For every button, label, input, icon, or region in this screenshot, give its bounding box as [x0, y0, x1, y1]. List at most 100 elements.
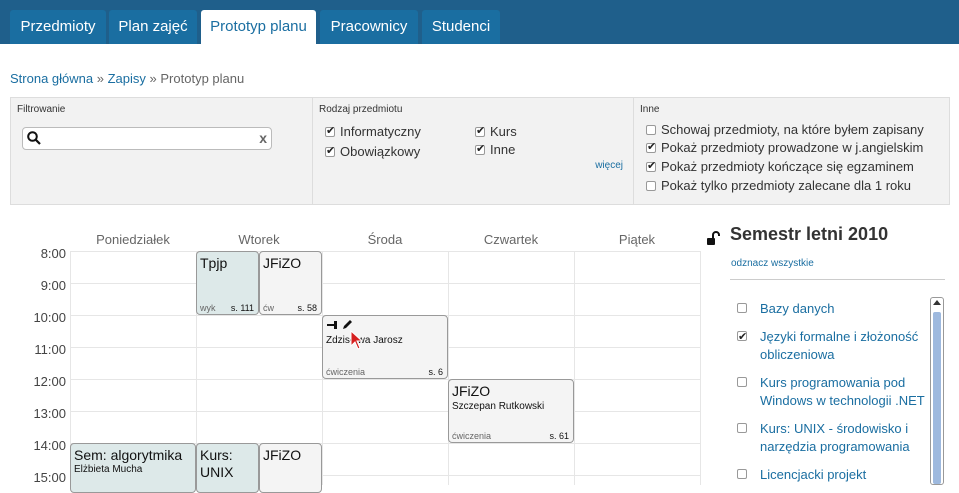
semester-title: Semestr letni 2010	[730, 224, 889, 244]
grid-line	[700, 251, 701, 485]
event-title: JFiZO	[263, 255, 302, 271]
event-block-wednesday[interactable]: Zdzisława Jarosz ćwiczenia s. 6	[322, 315, 448, 379]
checkbox-icon[interactable]	[325, 144, 335, 157]
subject-label[interactable]: Kurs programowania pod Windows w technol…	[760, 374, 927, 410]
tab-prototyp-planu[interactable]: Prototyp planu	[201, 10, 316, 44]
filter-type-section: Rodzaj przedmiotu Informatyczny Obowiązk…	[312, 98, 633, 204]
mouse-cursor-icon	[350, 330, 364, 350]
event-kind: ćwiczenia	[326, 367, 366, 377]
event-room: s. 6	[428, 367, 443, 377]
grid-line	[574, 251, 575, 485]
checkbox-icon[interactable]	[737, 469, 747, 479]
hour-label: 10:00	[33, 310, 66, 325]
checkbox-label: Schowaj przedmioty, na które byłem zapis…	[661, 122, 924, 137]
breadcrumb-enroll-link[interactable]: Zapisy	[108, 71, 146, 86]
breadcrumb: Strona główna » Zapisy » Prototyp planu	[10, 71, 244, 86]
subject-label[interactable]: Licencjacki projekt	[760, 466, 927, 484]
event-room: s. 58	[297, 303, 317, 313]
grid-line	[448, 251, 449, 485]
other-checkbox-hide-enrolled[interactable]: Schowaj przedmioty, na które byłem zapis…	[646, 122, 924, 137]
event-title: Tpjp	[200, 255, 228, 271]
unmark-all-link[interactable]: odznacz wszystkie	[731, 258, 814, 269]
breadcrumb-separator: »	[96, 71, 104, 86]
event-kind: ćwiczenia	[452, 431, 492, 441]
type-checkbox-inne[interactable]: Inne	[475, 142, 515, 157]
event-lecturer: Zdzisława Jarosz	[326, 335, 403, 346]
checkbox-icon[interactable]	[737, 423, 747, 433]
subject-label[interactable]: Bazy danych	[760, 300, 927, 318]
scrollbar-thumb[interactable]	[933, 312, 941, 484]
filter-panel: Filtrowanie x Rodzaj przedmiotu Informat…	[10, 97, 950, 205]
tab-plan-zajec[interactable]: Plan zajęć	[109, 10, 197, 44]
checkbox-icon[interactable]	[737, 303, 747, 313]
checkbox-icon[interactable]	[475, 142, 485, 155]
filter-type-title: Rodzaj przedmiotu	[319, 104, 403, 115]
checkbox-label: Pokaż przedmioty kończące się egzaminem	[661, 159, 914, 174]
other-checkbox-english[interactable]: Pokaż przedmioty prowadzone w j.angielsk…	[646, 140, 923, 155]
checkbox-label: Obowiązkowy	[340, 144, 421, 159]
checkbox-icon[interactable]	[646, 159, 656, 172]
subject-item-bazy-danych[interactable]: Bazy danych	[737, 300, 927, 318]
event-room: s. 61	[549, 431, 569, 441]
unlock-icon[interactable]	[706, 230, 722, 246]
filter-other-title: Inne	[640, 104, 660, 115]
tab-przedmioty[interactable]: Przedmioty	[10, 10, 106, 44]
checkbox-icon[interactable]	[646, 140, 656, 153]
scroll-up-icon[interactable]	[933, 300, 941, 305]
checkbox-icon[interactable]	[646, 125, 656, 135]
day-header-thursday: Czwartek	[483, 232, 539, 247]
breadcrumb-current: Prototyp planu	[160, 71, 245, 86]
clear-search-button[interactable]: x	[259, 130, 267, 146]
grid-line	[70, 283, 700, 284]
search-input[interactable]: x	[22, 127, 272, 150]
event-block-seminar[interactable]: Sem: algorytmika Elżbieta Mucha	[70, 443, 196, 493]
day-header-wednesday: Środa	[367, 232, 403, 247]
subject-list-scrollbar[interactable]	[930, 297, 944, 485]
checkbox-label: Kurs	[490, 124, 517, 139]
event-kind: ćw	[263, 303, 274, 313]
event-block-jfizo-14[interactable]: JFiZO	[259, 443, 322, 493]
event-lecturer: Szczepan Rutkowski	[452, 401, 545, 412]
breadcrumb-home-link[interactable]: Strona główna	[10, 71, 93, 86]
checkbox-icon[interactable]	[737, 377, 747, 387]
checkbox-icon[interactable]	[475, 124, 485, 137]
event-block-jfizo-thursday[interactable]: JFiZO Szczepan Rutkowski ćwiczenia s. 61	[448, 379, 574, 443]
grid-line	[70, 411, 700, 412]
event-title: Sem: algorytmika	[74, 447, 183, 463]
type-checkbox-kurs[interactable]: Kurs	[475, 124, 517, 139]
event-block-jfizo-tuesday[interactable]: JFiZO ćw s. 58	[259, 251, 322, 315]
checkbox-icon[interactable]	[325, 124, 335, 137]
hour-label: 15:00	[33, 470, 66, 485]
subject-label[interactable]: Kurs: UNIX - środowisko i narzędzia prog…	[760, 420, 927, 456]
checkbox-label: Pokaż tylko przedmioty zalecane dla 1 ro…	[661, 178, 912, 193]
other-checkbox-first-year[interactable]: Pokaż tylko przedmioty zalecane dla 1 ro…	[646, 178, 911, 193]
type-checkbox-obowiazkowy[interactable]: Obowiązkowy	[325, 144, 420, 159]
checkbox-icon[interactable]	[646, 181, 656, 191]
subject-item-licencjacki[interactable]: Licencjacki projekt	[737, 466, 927, 484]
subject-item-kurs-net[interactable]: Kurs programowania pod Windows w technol…	[737, 374, 927, 410]
event-block-kurs-unix[interactable]: Kurs: UNIX	[196, 443, 259, 493]
pin-icon[interactable]	[327, 320, 339, 330]
tab-pracownicy[interactable]: Pracownicy	[320, 10, 418, 44]
subject-item-jfizo[interactable]: Języki formalne i złożoność obliczeniowa	[737, 328, 927, 364]
grid-line	[70, 251, 700, 252]
tab-studenci[interactable]: Studenci	[422, 10, 500, 44]
divider	[730, 279, 945, 280]
edit-icon[interactable]	[342, 319, 353, 330]
hour-label: 13:00	[33, 406, 66, 421]
more-types-link[interactable]: więcej	[595, 160, 623, 171]
checkbox-icon[interactable]	[737, 328, 747, 346]
checkbox-label: Pokaż przedmioty prowadzone w j.angielsk…	[661, 140, 924, 155]
checkbox-label: Informatyczny	[340, 124, 421, 139]
type-checkbox-informatyczny[interactable]: Informatyczny	[325, 124, 421, 139]
subject-label[interactable]: Języki formalne i złożoność obliczeniowa	[760, 328, 927, 364]
filter-other-section: Inne Schowaj przedmioty, na które byłem …	[633, 98, 949, 204]
grid-line	[70, 379, 700, 380]
other-checkbox-exam[interactable]: Pokaż przedmioty kończące się egzaminem	[646, 159, 914, 174]
subject-item-kurs-unix[interactable]: Kurs: UNIX - środowisko i narzędzia prog…	[737, 420, 927, 456]
event-block-tpjp[interactable]: Tpjp wyk s. 111	[196, 251, 259, 315]
filter-search-title: Filtrowanie	[17, 104, 66, 115]
hour-label: 9:00	[40, 278, 66, 293]
event-title: JFiZO	[263, 447, 302, 463]
checkbox-label: Inne	[490, 142, 516, 157]
